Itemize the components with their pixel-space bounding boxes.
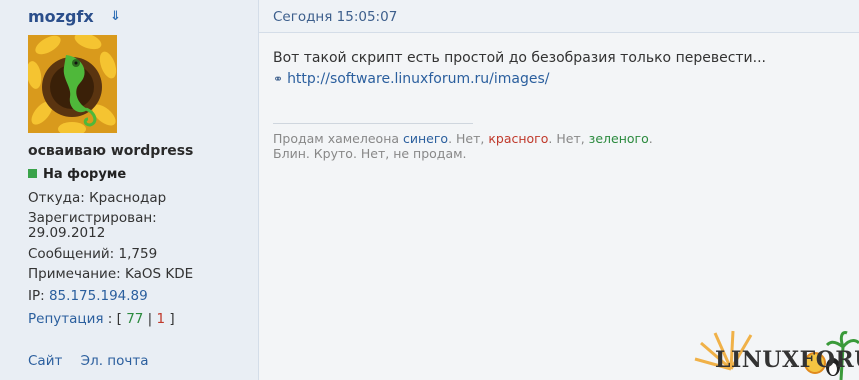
post-panel: Сегодня 15:05:07 Вот такой скрипт есть п… bbox=[259, 0, 859, 380]
sig-red: красного bbox=[488, 131, 549, 146]
user-title: осваиваю wordpress bbox=[28, 143, 194, 159]
post-message: Вот такой скрипт есть простой до безобра… bbox=[273, 50, 767, 66]
email-link[interactable]: Эл. почта bbox=[81, 353, 149, 369]
logo-text: LINUXFORUM bbox=[715, 347, 859, 373]
signature: Продам хамелеона синего. Нет, красного. … bbox=[273, 131, 653, 161]
reputation-divider: | bbox=[143, 311, 157, 327]
user-note: Примечание: KaOS KDE bbox=[28, 266, 194, 282]
website-link[interactable]: Сайт bbox=[28, 353, 62, 369]
user-post-count: Сообщений: 1,759 bbox=[28, 246, 158, 262]
reputation: Репутация : [ 77 | 1 ] bbox=[28, 311, 175, 327]
user-links: Сайт Эл. почта bbox=[28, 353, 162, 369]
username-link[interactable]: mozgfx bbox=[28, 7, 94, 26]
sig-text-4: . bbox=[648, 131, 653, 146]
sig-text-2: . Нет, bbox=[448, 131, 489, 146]
ip-label: IP: bbox=[28, 288, 45, 304]
user-ip: IP: 85.175.194.89 bbox=[28, 288, 148, 304]
user-registered-label: Зарегистрирован: bbox=[28, 210, 157, 226]
reputation-open: : [ bbox=[103, 311, 127, 327]
avatar bbox=[28, 35, 117, 133]
sig-text-3: . Нет, bbox=[548, 131, 589, 146]
ip-link[interactable]: 85.175.194.89 bbox=[49, 288, 148, 304]
signature-line-2: Блин. Круто. Нет, не продам. bbox=[273, 146, 467, 161]
post-date[interactable]: Сегодня 15:05:07 bbox=[273, 9, 397, 25]
online-status-label: На форуме bbox=[43, 167, 127, 182]
reputation-negative[interactable]: 1 bbox=[157, 311, 166, 327]
user-location: Откуда: Краснодар bbox=[28, 190, 167, 206]
user-panel: mozgfx ⇓ осваиваю wordpress На форуме От… bbox=[0, 0, 259, 380]
sig-green: зеленого bbox=[588, 131, 649, 146]
link-icon: ⚭ bbox=[273, 72, 284, 86]
post-header: Сегодня 15:05:07 bbox=[259, 0, 859, 33]
sig-blue: синего bbox=[403, 131, 449, 146]
post-link[interactable]: http://software.linuxforum.ru/images/ bbox=[287, 71, 549, 87]
signature-line-1: Продам хамелеона синего. Нет, красного. … bbox=[273, 131, 653, 146]
linuxforum-logo: LINUXFORUM bbox=[693, 329, 859, 380]
online-indicator-icon bbox=[28, 169, 37, 178]
down-arrow-icon[interactable]: ⇓ bbox=[110, 9, 121, 24]
online-status: На форуме bbox=[28, 167, 126, 182]
signature-divider bbox=[273, 123, 473, 124]
post-link-line: ⚭ http://software.linuxforum.ru/images/ bbox=[273, 71, 550, 87]
reputation-close: ] bbox=[165, 311, 175, 327]
reputation-label[interactable]: Репутация bbox=[28, 311, 103, 327]
user-registered-date: 29.09.2012 bbox=[28, 225, 106, 241]
sig-text-1: Продам хамелеона bbox=[273, 131, 403, 146]
reputation-positive[interactable]: 77 bbox=[126, 311, 143, 327]
